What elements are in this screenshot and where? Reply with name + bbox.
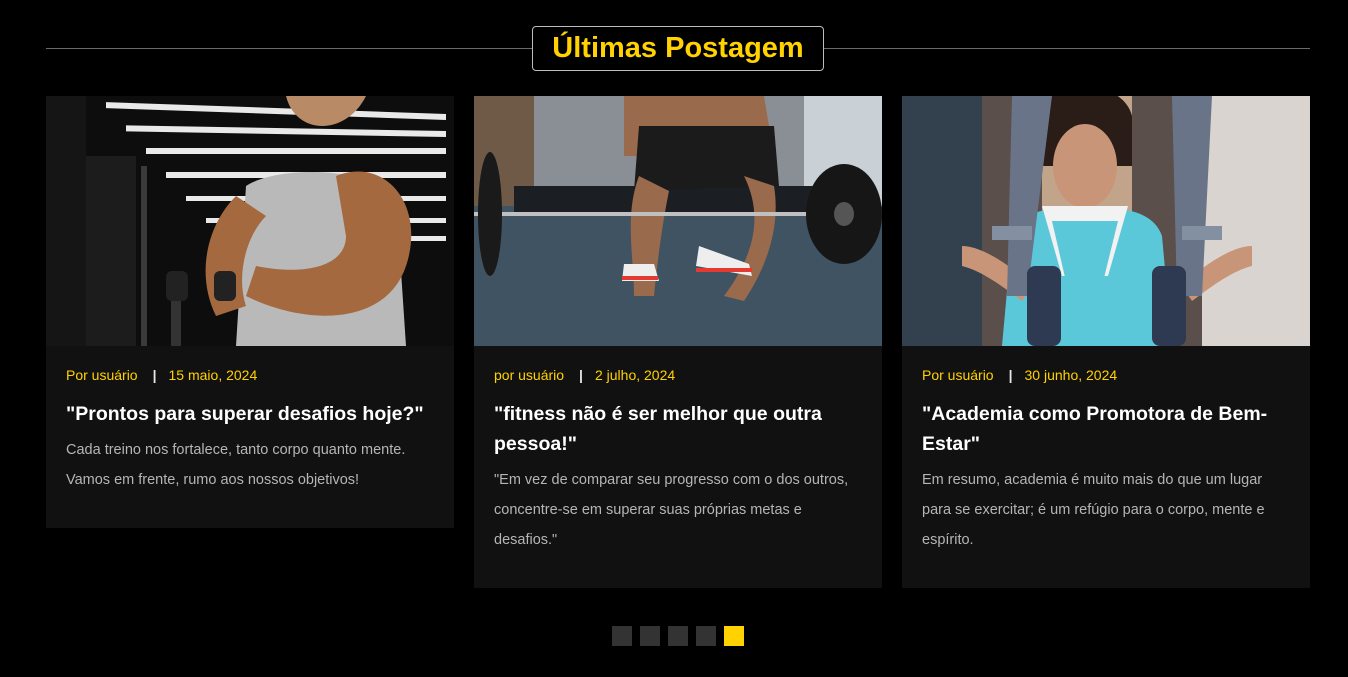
post-image[interactable]: [474, 96, 882, 346]
post-excerpt: Cada treino nos fortalece, tanto corpo q…: [66, 442, 406, 488]
post-card[interactable]: por usuário | 2 julho, 2024 "fitness não é…: [474, 96, 882, 588]
bodybuilder-image: [46, 96, 454, 346]
section-header: Últimas Postagem: [46, 26, 1310, 72]
post-date[interactable]: 15 maio, 2024: [169, 367, 258, 383]
post-date[interactable]: 30 junho, 2024: [1025, 367, 1118, 383]
post-meta: Por usuário | 15 maio, 2024: [66, 364, 434, 386]
post-title[interactable]: "Prontos para superar desafios hoje?": [66, 399, 434, 429]
post-card[interactable]: Por usuário | 30 junho, 2024 "Academia com…: [902, 96, 1310, 588]
meta-separator: |: [579, 367, 583, 383]
section-title: Últimas Postagem: [532, 26, 824, 71]
post-meta: por usuário | 2 julho, 2024: [494, 364, 862, 386]
pagination-dot-3[interactable]: [668, 626, 688, 646]
post-image[interactable]: [902, 96, 1310, 346]
post-image[interactable]: [46, 96, 454, 346]
post-title[interactable]: "fitness não é ser melhor que outra pess…: [494, 399, 862, 459]
pagination-dot-2[interactable]: [640, 626, 660, 646]
pagination-dot-5[interactable]: [724, 626, 744, 646]
post-date[interactable]: 2 julho, 2024: [595, 367, 675, 383]
post-author[interactable]: Por usuário: [922, 367, 994, 383]
post-title[interactable]: "Academia como Promotora de Bem-Estar": [922, 399, 1290, 459]
carousel-pagination: [612, 626, 744, 646]
post-excerpt: Em resumo, academia é muito mais do que …: [922, 472, 1265, 548]
deadlift-image: [474, 96, 882, 346]
meta-separator: |: [1008, 367, 1013, 383]
chest-press-image: [902, 96, 1310, 346]
pagination-dot-4[interactable]: [696, 626, 716, 646]
post-excerpt: "Em vez de comparar seu progresso com o …: [494, 472, 849, 548]
post-author[interactable]: Por usuário: [66, 367, 138, 383]
meta-separator: |: [152, 367, 157, 383]
pagination-dot-1[interactable]: [612, 626, 632, 646]
post-author[interactable]: por usuário: [494, 367, 564, 383]
post-meta: Por usuário | 30 junho, 2024: [922, 364, 1290, 386]
post-card[interactable]: Por usuário | 15 maio, 2024 "Prontos para …: [46, 96, 454, 528]
